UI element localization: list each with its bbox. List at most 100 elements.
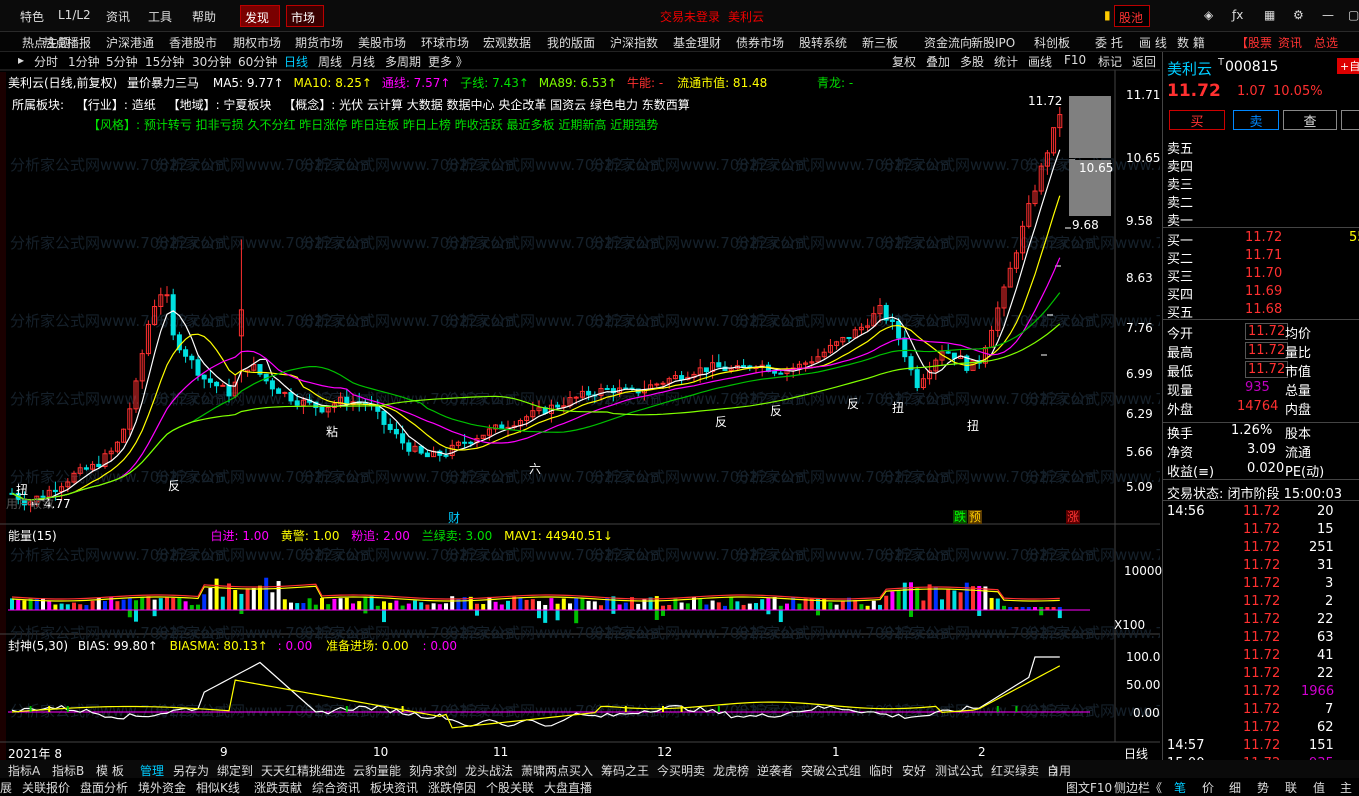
- volume-bar: [710, 600, 715, 610]
- bottom-link[interactable]: 关联报价: [22, 779, 70, 796]
- formula-tab[interactable]: 模 板: [96, 762, 124, 779]
- volume-title[interactable]: 能量(15): [8, 529, 57, 543]
- volume-bar: [406, 603, 411, 610]
- marker-ga: 用户收敛: [6, 496, 54, 511]
- bottom-link[interactable]: 盘面分析: [80, 779, 128, 796]
- bottom-right-tab[interactable]: 联: [1285, 779, 1297, 796]
- formula-tab[interactable]: 管理: [140, 762, 164, 779]
- bottom-right-tab[interactable]: 图文F10: [1066, 779, 1112, 796]
- sector-concept[interactable]: 【概念】: 光伏 云计算 大数据 数据中心 央企改革 国资云 绿色电力 东数西算: [283, 98, 690, 112]
- formula-tab[interactable]: 云豹量能: [353, 762, 401, 779]
- indicator-name[interactable]: 量价暴力三马: [127, 76, 199, 90]
- formula-tab[interactable]: 筹码之王: [601, 762, 649, 779]
- bottom-right-tab[interactable]: 主: [1340, 779, 1352, 796]
- formula-tab[interactable]: 龙虎榜: [713, 762, 749, 779]
- nav-right-item[interactable]: 【股票: [1236, 34, 1272, 51]
- bottom-link[interactable]: 大盘直播: [544, 779, 592, 796]
- volume-bar: [220, 596, 225, 610]
- layers-icon[interactable]: ◈: [1204, 8, 1213, 22]
- volume-bar: [444, 603, 448, 610]
- volume-bar: [884, 595, 889, 610]
- buy-button[interactable]: 买: [1169, 110, 1225, 130]
- stat2-value: 3.09: [1247, 442, 1276, 457]
- bottom-right-tab[interactable]: 细: [1229, 779, 1241, 796]
- tick-price: 11.72: [1243, 594, 1281, 609]
- formula-tab[interactable]: 临时: [869, 762, 893, 779]
- buy-level-price[interactable]: 11.70: [1245, 266, 1282, 281]
- bottom-link[interactable]: 个股关联: [486, 779, 534, 796]
- minimize-icon[interactable]: —: [1322, 8, 1334, 22]
- divider: [1163, 479, 1359, 480]
- formula-tab[interactable]: 指标B: [52, 762, 84, 779]
- bottom-right-tab[interactable]: 价: [1202, 779, 1214, 796]
- bottom-link[interactable]: 板块资讯: [370, 779, 418, 796]
- formula-tab[interactable]: 安好: [902, 762, 926, 779]
- query-button[interactable]: 查: [1283, 110, 1337, 130]
- bottom-link[interactable]: 涨跌停因: [428, 779, 476, 796]
- volume-bar: [915, 588, 920, 610]
- formula-tab[interactable]: 萧啸两点买入: [521, 762, 593, 779]
- tick-volume: 41: [1317, 648, 1334, 663]
- bottom-link[interactable]: 境外资金: [138, 779, 186, 796]
- formula-tab[interactable]: 龙头战法: [465, 762, 513, 779]
- nav-right-item[interactable]: 总选: [1314, 34, 1338, 51]
- formula-tab[interactable]: 逆袭者: [757, 762, 793, 779]
- fengshen-title[interactable]: 封神(5,30): [8, 639, 68, 653]
- formula-tab[interactable]: 测试公式: [935, 762, 983, 779]
- volume-bar-neg: [977, 610, 982, 616]
- sector-style[interactable]: 【风格】: 预计转亏 扣非亏损 久不分红 昨日涨停 昨日连板 昨日上榜 昨收活跃…: [88, 116, 658, 133]
- buy-level-label: 买一: [1167, 234, 1194, 249]
- volume-bar: [121, 599, 126, 610]
- scroll-right-icon[interactable]: 〉: [1052, 762, 1064, 779]
- volume-bar-neg: [574, 610, 579, 624]
- sell-level[interactable]: 卖五: [1167, 138, 1193, 157]
- gear-icon[interactable]: ⚙: [1293, 8, 1304, 22]
- bottom-link[interactable]: 相似K线: [196, 779, 240, 796]
- formula-tab[interactable]: 天天红精挑细选: [261, 762, 345, 779]
- volume-bar: [592, 601, 597, 610]
- bottom-link[interactable]: 涨跌贡献: [254, 779, 302, 796]
- volume-bar: [239, 593, 244, 610]
- add-watch-button[interactable]: +自: [1337, 58, 1359, 74]
- buy-level-price[interactable]: 11.68: [1245, 302, 1282, 317]
- bottom-link[interactable]: 综合资讯: [312, 779, 360, 796]
- sell-level[interactable]: 卖二: [1167, 192, 1193, 211]
- volume-bar: [326, 604, 331, 610]
- bottom-right-tab[interactable]: 值: [1313, 779, 1325, 796]
- ma5-value: MA5: 9.77↑: [212, 76, 284, 90]
- sell-level[interactable]: 卖三: [1167, 174, 1193, 193]
- formula-tab[interactable]: 另存为: [173, 762, 209, 779]
- formula-tab[interactable]: 今买明卖: [657, 762, 705, 779]
- bottom-right-tab[interactable]: 笔: [1174, 779, 1186, 796]
- volume-bar: [425, 604, 430, 610]
- nav-right-item[interactable]: 资讯: [1278, 34, 1302, 51]
- sector-industry[interactable]: 【行业】: 造纸: [76, 98, 156, 112]
- formula-icon[interactable]: ƒx: [1232, 8, 1243, 22]
- candle-body: [214, 381, 220, 387]
- buy-level-price[interactable]: 11.69: [1245, 284, 1282, 299]
- more-button[interactable]: [1341, 110, 1359, 130]
- volume-bar: [382, 601, 386, 610]
- buy-level-price[interactable]: 11.72: [1245, 230, 1282, 245]
- bottom-right-tab[interactable]: 侧边栏《: [1114, 779, 1162, 796]
- formula-tab[interactable]: 刻舟求剑: [409, 762, 457, 779]
- formula-tab[interactable]: 指标A: [8, 762, 40, 779]
- bottom-right-tab[interactable]: 势: [1257, 779, 1269, 796]
- candle-body: [703, 367, 709, 373]
- sell-level[interactable]: 卖四: [1167, 156, 1193, 175]
- grid-icon[interactable]: ▦: [1264, 8, 1275, 22]
- volume-bar: [171, 598, 176, 610]
- formula-tab[interactable]: 绑定到: [217, 762, 253, 779]
- maximize-icon[interactable]: ▢: [1348, 8, 1359, 22]
- sell-button[interactable]: 卖: [1233, 110, 1279, 130]
- expand-label[interactable]: 展: [0, 779, 12, 796]
- formula-tab[interactable]: 突破公式组: [801, 762, 861, 779]
- main-header: 美利云(日线,前复权) 量价暴力三马 MA5: 9.77↑ MA10: 8.25…: [8, 74, 767, 91]
- sector-region[interactable]: 【地域】: 宁夏板块: [168, 98, 272, 112]
- formula-tab[interactable]: 红买绿卖: [991, 762, 1039, 779]
- nav-item[interactable]: 数 籍: [1177, 34, 1205, 51]
- candle-body: [226, 384, 232, 397]
- volume-bar: [518, 597, 523, 610]
- fs-signal-bar: [48, 706, 51, 712]
- buy-level-price[interactable]: 11.71: [1245, 248, 1282, 263]
